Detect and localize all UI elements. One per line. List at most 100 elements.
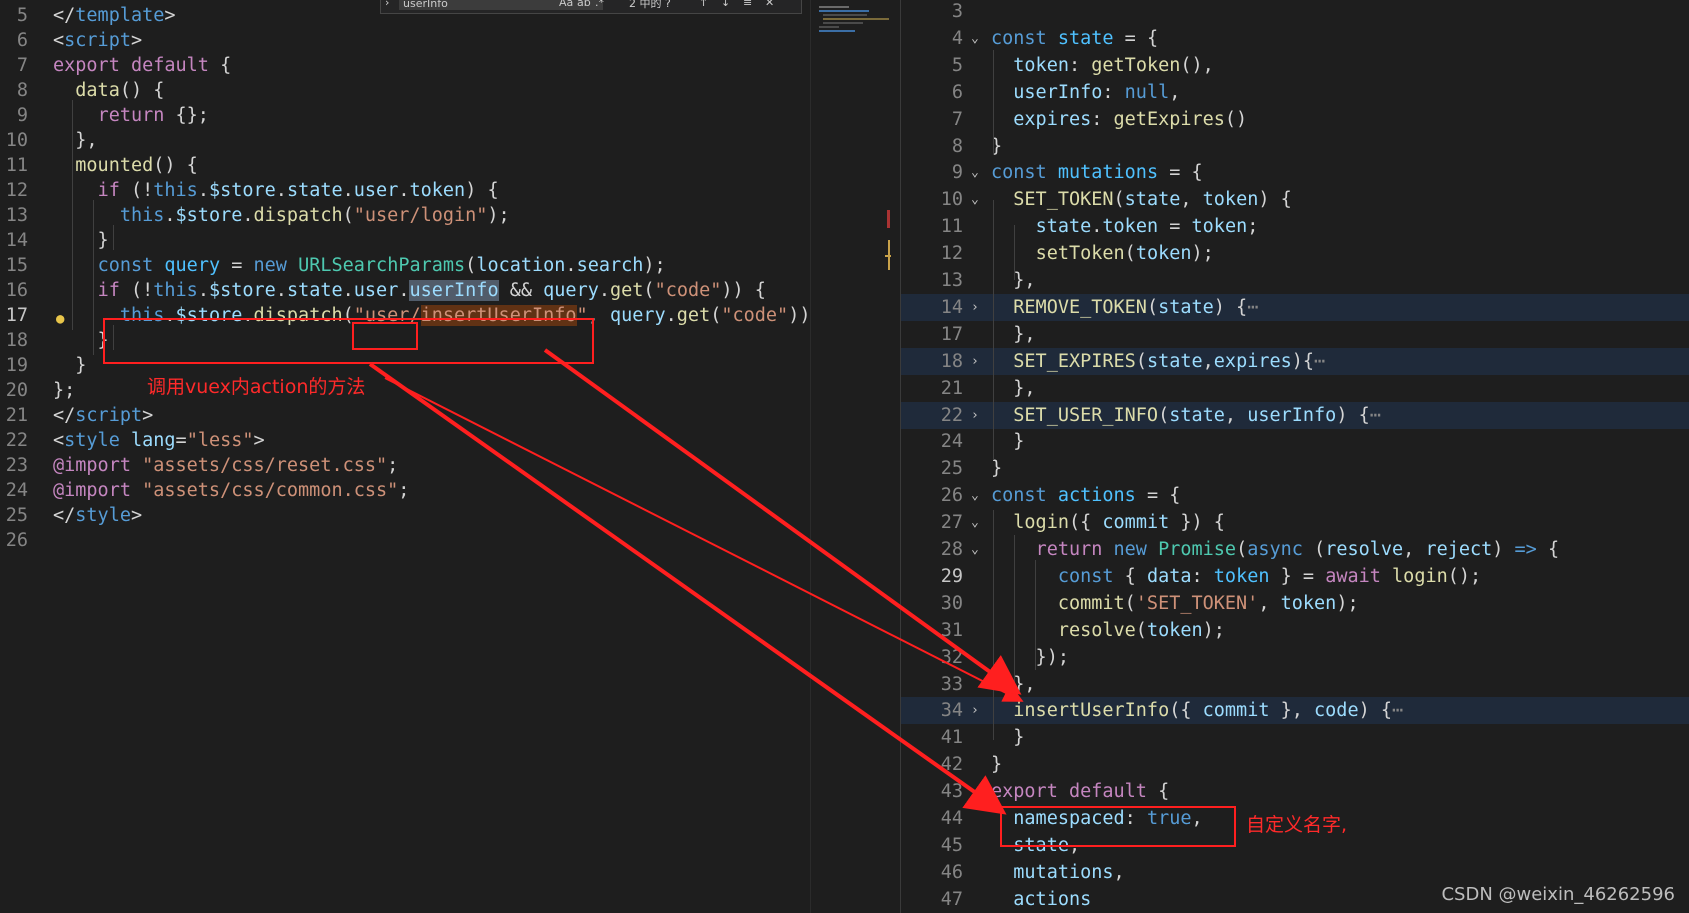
code-line[interactable]: 14 }: [0, 227, 810, 254]
code-line[interactable]: 12 setToken(token);: [901, 240, 1689, 267]
punctuation: .: [565, 255, 577, 276]
right-editor[interactable]: 3 4 ⌄ const state = {5 token: getToken(), 6 …: [900, 0, 1689, 913]
punctuation: ;: [398, 480, 410, 501]
code-line[interactable]: 32 });: [901, 644, 1689, 671]
code-line[interactable]: 29 const { data: token } = await login()…: [901, 563, 1689, 590]
regex-icon[interactable]: .*: [595, 0, 604, 9]
punctuation: ) {: [1336, 404, 1370, 426]
arrow-down-icon[interactable]: ↓: [721, 0, 730, 9]
code-token: actions: [1013, 888, 1092, 910]
punctuation: (: [1236, 539, 1248, 560]
code-text: SET_TOKEN(state, token) {: [991, 186, 1292, 213]
code-line[interactable]: 33 },: [901, 671, 1689, 698]
code-line[interactable]: 34 › insertUserInfo({ commit }, code) {⋯: [901, 697, 1689, 725]
line-number: 46: [940, 861, 963, 883]
whole-word-icon[interactable]: ab: [577, 0, 591, 9]
code-line[interactable]: 17 },: [901, 321, 1689, 348]
chevron-down-icon[interactable]: ⌄: [971, 536, 979, 563]
code-line[interactable]: 26 ⌄ const actions = {: [901, 482, 1689, 509]
line-number: 4: [951, 27, 963, 49]
code-text: REMOVE_TOKEN(state) {⋯: [991, 294, 1258, 321]
line-number: 32: [940, 646, 963, 668]
punctuation: =: [1158, 216, 1192, 238]
code-line[interactable]: 6 userInfo: null,: [901, 79, 1689, 106]
code-line[interactable]: 26: [0, 527, 810, 554]
code-token: getToken: [1091, 54, 1181, 76]
code-line[interactable]: 7 export default {: [0, 52, 810, 79]
code-line[interactable]: 12 if (!this.$store.state.user.token) {: [0, 177, 810, 204]
code-line[interactable]: 8}: [901, 133, 1689, 160]
punctuation: ({: [1068, 512, 1103, 534]
code-line[interactable]: 8 data() {: [0, 77, 810, 104]
code-token: mounted: [75, 155, 154, 176]
line-number: 29: [940, 565, 963, 587]
code-line[interactable]: 11 state.token = token;: [901, 213, 1689, 240]
code-line[interactable]: 22 › SET_USER_INFO(state, userInfo) {⋯: [901, 401, 1689, 429]
code-line[interactable]: 13 },: [901, 267, 1689, 294]
code-line[interactable]: 7 expires: getExpires(): [901, 106, 1689, 133]
code-line[interactable]: 4 ⌄ const state = {: [901, 25, 1689, 52]
minimap[interactable]: [810, 0, 891, 913]
line-number: 15: [5, 255, 28, 276]
arrow-up-icon[interactable]: ↑: [699, 0, 708, 9]
code-line[interactable]: 24 }: [901, 428, 1689, 455]
punctuation: [1047, 485, 1058, 506]
chevron-down-icon[interactable]: ⌄: [971, 25, 979, 52]
find-widget[interactable]: › userInfo Aa ab .* 2 中的 ? ↑ ↓ ≡ ✕: [380, 0, 802, 14]
code-token: this: [119, 205, 165, 226]
chevron-down-icon[interactable]: ⌄: [971, 159, 979, 186]
code-line[interactable]: 41 }: [901, 724, 1689, 751]
code-line[interactable]: 11 mounted() {: [0, 152, 810, 179]
code-line[interactable]: 16 if (!this.$store.state.user.userInfo …: [0, 277, 810, 304]
chevron-right-icon[interactable]: ›: [385, 0, 389, 9]
code-line[interactable]: 10 },: [0, 127, 810, 154]
code-line[interactable]: 20};: [0, 377, 810, 404]
left-editor[interactable]: 5 </template> 6 <script> 7 export default {8 …: [0, 0, 810, 913]
chevron-down-icon[interactable]: ⌄: [971, 186, 979, 213]
punctuation: <: [53, 30, 65, 51]
code-line[interactable]: 24 @import "assets/css/common.css";: [0, 477, 810, 504]
code-token: this: [153, 280, 198, 301]
code-line[interactable]: 14 › REMOVE_TOKEN(state) {⋯: [901, 293, 1689, 321]
chevron-right-icon[interactable]: ›: [971, 697, 979, 724]
code-line[interactable]: 13 this.$store.dispatch("user/login");: [0, 202, 810, 229]
chevron-down-icon[interactable]: ⌄: [971, 482, 979, 509]
chevron-down-icon[interactable]: ⌄: [971, 509, 979, 536]
code-text: },: [53, 127, 97, 154]
match-case-icon[interactable]: Aa: [559, 0, 573, 9]
chevron-right-icon[interactable]: ›: [971, 294, 979, 321]
code-line[interactable]: 3: [901, 0, 1689, 25]
punctuation: ;: [1247, 216, 1259, 238]
code-line[interactable]: 25 </style>: [0, 502, 810, 529]
punctuation: [991, 512, 1013, 533]
code-line[interactable]: 6 <script>: [0, 27, 810, 54]
chevron-right-icon[interactable]: ›: [971, 402, 979, 429]
punctuation: )) {: [721, 280, 766, 301]
code-line[interactable]: 18 › SET_EXPIRES(state,expires){⋯: [901, 347, 1689, 375]
code-text: }: [53, 352, 86, 379]
code-line[interactable]: 27 ⌄ login({ commit }) {: [901, 509, 1689, 536]
code-line[interactable]: 42}: [901, 751, 1689, 778]
code-line[interactable]: 30 commit('SET_TOKEN', token);: [901, 590, 1689, 617]
code-line[interactable]: 10 ⌄ SET_TOKEN(state, token) {: [901, 186, 1689, 213]
code-line[interactable]: 31 resolve(token);: [901, 617, 1689, 644]
code-line[interactable]: 46 mutations,: [901, 859, 1689, 886]
code-line[interactable]: 23 @import "assets/css/reset.css";: [0, 452, 810, 479]
code-line[interactable]: 28 ⌄ return new Promise(async (resolve, r…: [901, 536, 1689, 563]
line-number: 10: [5, 130, 28, 151]
code-line[interactable]: 21 },: [901, 375, 1689, 402]
code-line[interactable]: 9 return {};: [0, 102, 810, 129]
code-line[interactable]: 25}: [901, 455, 1689, 482]
code-token: data: [1146, 565, 1192, 587]
code-line[interactable]: 9 ⌄ const mutations = {: [901, 159, 1689, 186]
code-line[interactable]: 21 </script>: [0, 402, 810, 429]
code-line[interactable]: 15 const query = new URLSearchParams(loc…: [0, 252, 810, 279]
code-line[interactable]: 22 <style lang="less">: [0, 427, 810, 454]
code-line[interactable]: 43 export default {: [901, 778, 1689, 805]
code-token: user: [353, 180, 399, 201]
find-in-selection-icon[interactable]: ≡: [743, 0, 752, 9]
code-token: reject: [1425, 539, 1493, 560]
close-icon[interactable]: ✕: [765, 0, 774, 9]
code-line[interactable]: 5 token: getToken(),: [901, 52, 1689, 79]
chevron-right-icon[interactable]: ›: [971, 348, 979, 375]
